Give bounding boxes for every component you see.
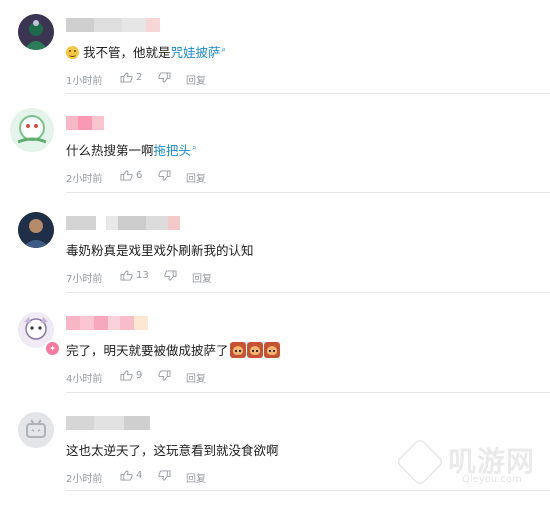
vip-badge-icon: ✦ (44, 340, 61, 357)
search-icon[interactable]: ⌕ (192, 143, 196, 152)
like-button[interactable] (120, 370, 133, 384)
comment-time: 2小时前 (66, 174, 103, 185)
comment-text: 什么热搜第一啊拖把头⌕ (66, 142, 197, 158)
like-button[interactable] (120, 270, 133, 284)
thumbs-down-icon (164, 270, 177, 281)
dislike-button[interactable] (158, 370, 171, 384)
divider (66, 292, 550, 293)
divider (66, 392, 550, 393)
reply-button[interactable]: 回复 (186, 170, 206, 185)
search-icon[interactable]: ⌕ (222, 45, 226, 54)
thumbs-down-icon (158, 370, 171, 381)
cry-emoji-icon (229, 342, 246, 358)
like-button[interactable] (120, 170, 133, 184)
thumbs-down-icon (158, 72, 171, 83)
thumbs-up-icon (120, 270, 133, 281)
comment-text: 完了，明天就要被做成披萨了 (66, 340, 280, 359)
reply-button[interactable]: 回复 (186, 470, 206, 485)
comment-item: 毒奶粉真是戏里戏外刷新我的认知 7小时前 13 回复 (0, 212, 550, 312)
like-button[interactable] (120, 470, 133, 484)
like-count: 2 (136, 72, 143, 83)
divider (66, 93, 550, 94)
cry-emoji-icon (246, 342, 263, 358)
comment-item: ✦ 完了，明天就要被做成披萨了 4小时前 9 回复 (0, 312, 550, 412)
comment-time: 2小时前 (66, 474, 103, 485)
avatar[interactable] (18, 212, 54, 248)
avatar[interactable] (18, 14, 54, 50)
watermark-logo-icon (395, 437, 445, 487)
cry-emoji-icon (263, 342, 280, 358)
comment-item: 我不管，他就是咒娃披萨⌕ 1小时前 2 回复 (0, 14, 550, 114)
avatar[interactable] (10, 108, 54, 152)
like-count: 6 (136, 170, 143, 181)
comment-text: 我不管，他就是咒娃披萨⌕ (66, 42, 226, 61)
like-count: 9 (136, 370, 143, 381)
comment-time: 1小时前 (66, 76, 103, 87)
divider (66, 490, 550, 491)
comment-time: 4小时前 (66, 374, 103, 385)
divider (66, 192, 550, 193)
thumbs-up-icon (120, 72, 133, 83)
dislike-button[interactable] (158, 170, 171, 184)
dislike-button[interactable] (158, 72, 171, 86)
watermark-site: Qleyou.com (462, 474, 522, 485)
like-count: 4 (136, 470, 143, 481)
dislike-button[interactable] (158, 470, 171, 484)
thumbs-up-icon (120, 170, 133, 181)
thumbs-up-icon (120, 470, 133, 481)
like-count: 13 (136, 270, 149, 281)
dislike-button[interactable] (164, 270, 177, 284)
reply-button[interactable]: 回复 (186, 72, 206, 87)
smile-emoji-icon (66, 46, 79, 59)
thumbs-down-icon (158, 470, 171, 481)
thumbs-down-icon (158, 170, 171, 181)
comment-item: 什么热搜第一啊拖把头⌕ 2小时前 6 回复 (0, 108, 550, 212)
avatar[interactable] (18, 412, 54, 448)
like-button[interactable] (120, 72, 133, 86)
reply-button[interactable]: 回复 (186, 370, 206, 385)
thumbs-up-icon (120, 370, 133, 381)
search-link[interactable]: 咒娃披萨 (171, 45, 221, 60)
comment-text: 毒奶粉真是戏里戏外刷新我的认知 (66, 243, 254, 258)
site-watermark: 叽游网 Qleyou.com (395, 437, 546, 490)
comment-time: 7小时前 (66, 274, 103, 285)
search-link[interactable]: 拖把头 (154, 143, 192, 158)
comment-text: 这也太逆天了，这玩意看到就没食欲啊 (66, 443, 279, 458)
reply-button[interactable]: 回复 (192, 270, 212, 285)
